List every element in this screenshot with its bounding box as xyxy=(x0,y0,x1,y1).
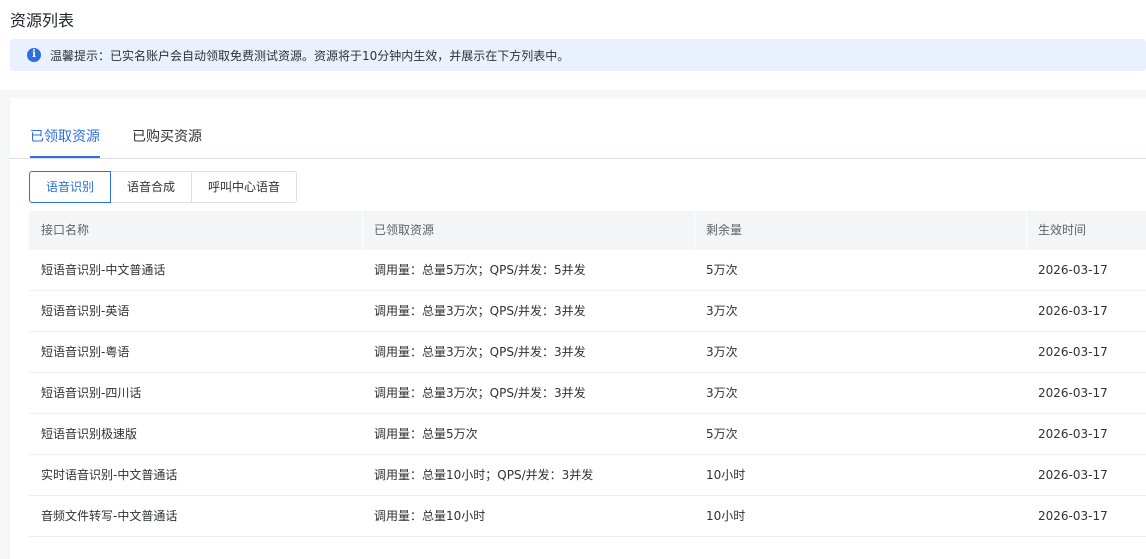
tab-purchased-resources[interactable]: 已购买资源 xyxy=(132,126,202,148)
table-row: 短语音识别-四川话 调用量：总量3万次；QPS/并发：3并发 3万次 2026-… xyxy=(29,373,1146,414)
product-segment: 语音识别 语音合成 呼叫中心语音 xyxy=(29,171,298,203)
cell-claimed-resource: 调用量：总量3万次；QPS/并发：3并发 xyxy=(374,386,586,400)
cell-effective-time: 2026-03-17 xyxy=(1038,509,1108,523)
table-row: 短语音识别-粤语 调用量：总量3万次；QPS/并发：3并发 3万次 2026-0… xyxy=(29,332,1146,373)
cell-remaining: 10小时 xyxy=(706,509,746,523)
table-row: 短语音识别-英语 调用量：总量3万次；QPS/并发：3并发 3万次 2026-0… xyxy=(29,291,1146,332)
cell-remaining: 5万次 xyxy=(706,427,738,441)
cell-api-name: 短语音识别-粤语 xyxy=(41,345,130,359)
segment-speech-synthesis[interactable]: 语音合成 xyxy=(110,171,193,203)
column-header-api-name: 接口名称 xyxy=(41,223,90,237)
resource-table: 接口名称 已领取资源 剩余量 生效时间 短语音识别-中文普通话 调用量：总量5万… xyxy=(29,211,1146,537)
cell-api-name: 短语音识别极速版 xyxy=(41,427,138,441)
cell-remaining: 3万次 xyxy=(706,304,738,318)
table-row: 短语音识别极速版 调用量：总量5万次 5万次 2026-03-17 xyxy=(29,414,1146,455)
cell-claimed-resource: 调用量：总量3万次；QPS/并发：3并发 xyxy=(374,304,586,318)
cell-effective-time: 2026-03-17 xyxy=(1038,304,1108,318)
segment-speech-recognition[interactable]: 语音识别 xyxy=(29,171,112,203)
cell-claimed-resource: 调用量：总量5万次；QPS/并发：5并发 xyxy=(374,263,586,277)
notice-banner: i 温馨提示：已实名账户会自动领取免费测试资源。资源将于10分钟内生效，并展示在… xyxy=(10,39,1146,71)
info-icon: i xyxy=(27,48,41,62)
cell-remaining: 3万次 xyxy=(706,386,738,400)
cell-remaining: 10小时 xyxy=(706,468,746,482)
table-row: 短语音识别-中文普通话 调用量：总量5万次；QPS/并发：5并发 5万次 202… xyxy=(29,250,1146,291)
segment-call-center-voice[interactable]: 呼叫中心语音 xyxy=(191,171,298,203)
cell-api-name: 短语音识别-英语 xyxy=(41,304,130,318)
cell-effective-time: 2026-03-17 xyxy=(1038,263,1108,277)
cell-claimed-resource: 调用量：总量3万次；QPS/并发：3并发 xyxy=(374,345,586,359)
page-title: 资源列表 xyxy=(10,11,75,30)
notice-text: 温馨提示：已实名账户会自动领取免费测试资源。资源将于10分钟内生效，并展示在下方… xyxy=(50,48,570,63)
cell-claimed-resource: 调用量：总量5万次 xyxy=(374,427,478,441)
tab-claimed-resources[interactable]: 已领取资源 xyxy=(30,126,100,158)
cell-claimed-resource: 调用量：总量10小时 xyxy=(374,509,486,523)
table-row: 实时语音识别-中文普通话 调用量：总量10小时；QPS/并发：3并发 10小时 … xyxy=(29,455,1146,496)
column-header-effective-time: 生效时间 xyxy=(1026,211,1146,250)
cell-remaining: 5万次 xyxy=(706,263,738,277)
cell-api-name: 短语音识别-四川话 xyxy=(41,386,142,400)
table-row: 音频文件转写-中文普通话 调用量：总量10小时 10小时 2026-03-17 xyxy=(29,496,1146,537)
cell-effective-time: 2026-03-17 xyxy=(1038,386,1108,400)
resource-tabs: 已领取资源 已购买资源 xyxy=(10,126,1146,159)
cell-api-name: 实时语音识别-中文普通话 xyxy=(41,468,178,482)
cell-remaining: 3万次 xyxy=(706,345,738,359)
cell-effective-time: 2026-03-17 xyxy=(1038,468,1108,482)
cell-effective-time: 2026-03-17 xyxy=(1038,345,1108,359)
cell-api-name: 短语音识别-中文普通话 xyxy=(41,263,166,277)
table-header: 接口名称 已领取资源 剩余量 生效时间 xyxy=(29,211,1146,250)
page-header: 资源列表 i 温馨提示：已实名账户会自动领取免费测试资源。资源将于10分钟内生效… xyxy=(0,0,1146,90)
column-header-remaining: 剩余量 xyxy=(694,211,1026,250)
column-header-claimed-resource: 已领取资源 xyxy=(362,211,694,250)
cell-effective-time: 2026-03-17 xyxy=(1038,427,1108,441)
cell-claimed-resource: 调用量：总量10小时；QPS/并发：3并发 xyxy=(374,468,594,482)
resource-card: 已领取资源 已购买资源 语音识别 语音合成 呼叫中心语音 接口名称 已领取资源 … xyxy=(10,98,1146,559)
cell-api-name: 音频文件转写-中文普通话 xyxy=(41,509,178,523)
